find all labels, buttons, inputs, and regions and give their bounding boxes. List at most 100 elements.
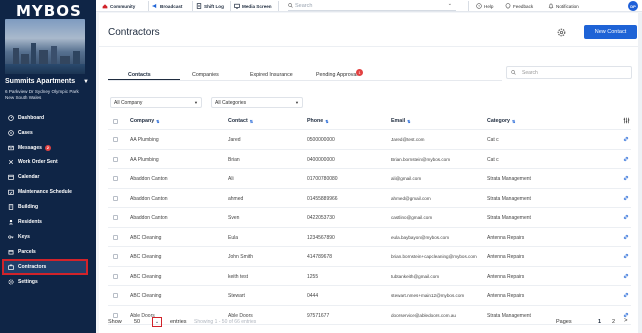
- cell-email: ali@gmail.com: [391, 176, 422, 181]
- category-filter-select[interactable]: All Categories ▼: [211, 97, 303, 108]
- cell-email: Jared@test.com: [391, 137, 425, 142]
- row-checkbox[interactable]: [113, 156, 118, 162]
- row-checkbox[interactable]: [113, 234, 118, 240]
- calendar-icon: [4, 174, 18, 180]
- sidebar-item-messages[interactable]: Messages 2: [4, 142, 86, 154]
- row-checkbox[interactable]: [113, 137, 118, 142]
- cell-email: castlino@gmail.com: [391, 215, 433, 220]
- sidebar-item-building[interactable]: Building: [4, 201, 86, 213]
- row-checkbox[interactable]: [113, 273, 118, 279]
- app-logo[interactable]: MYBOS: [16, 2, 82, 20]
- avatar[interactable]: DP: [628, 1, 638, 11]
- link-icon[interactable]: [623, 195, 629, 201]
- link-icon[interactable]: [623, 253, 629, 259]
- link-icon[interactable]: [623, 175, 629, 181]
- cases-icon: [4, 130, 18, 136]
- building-dropdown-icon[interactable]: ▼: [83, 79, 89, 85]
- sidebar-item-label: Messages: [18, 145, 42, 151]
- global-search-input[interactable]: Search ⌄: [288, 1, 456, 11]
- help-button[interactable]: ? Help: [476, 0, 493, 12]
- building-icon: [4, 204, 18, 210]
- cell-phone: 97571677: [307, 312, 330, 319]
- top-bar: Community Broadcast Shift Log Media Scre…: [96, 0, 642, 12]
- select-all-checkbox[interactable]: [113, 119, 118, 124]
- sidebar-item-label: Work Order Sent: [18, 159, 58, 165]
- cell-company: ABC Cleaning: [130, 273, 162, 280]
- contacts-search-input[interactable]: Search: [506, 66, 632, 79]
- column-header-company[interactable]: Company ⇅: [130, 118, 160, 124]
- link-icon[interactable]: [623, 312, 629, 318]
- cell-contact: Jared: [228, 137, 241, 143]
- tab-companies[interactable]: Companies: [192, 72, 219, 78]
- sidebar-item-cases[interactable]: Cases: [4, 127, 86, 139]
- sidebar-item-maintenance-schedule[interactable]: Maintenance Schedule: [4, 186, 86, 198]
- column-header-phone[interactable]: Phone ⇅: [307, 118, 329, 124]
- cell-company: ABC Cleaning: [130, 293, 162, 299]
- shift-log-button[interactable]: Shift Log: [196, 0, 224, 12]
- next-page-button[interactable]: >: [624, 318, 628, 324]
- cell-email: brian.bornstein+capcleaning@mybos.com: [391, 254, 477, 259]
- link-icon[interactable]: [623, 273, 629, 279]
- chevron-down-icon: ▼: [295, 100, 299, 105]
- entries-label: entries: [170, 319, 187, 325]
- sidebar-item-label: Building: [18, 204, 38, 210]
- tab-contacts[interactable]: Contacts: [128, 72, 151, 78]
- row-checkbox[interactable]: [113, 254, 118, 259]
- row-checkbox[interactable]: [113, 215, 118, 220]
- tab-pending-approval[interactable]: Pending Approval: [316, 72, 358, 78]
- gear-icon[interactable]: [557, 28, 566, 37]
- contractors-panel: Contractors New Contact Contacts Compani…: [99, 13, 640, 333]
- link-icon[interactable]: [623, 214, 629, 220]
- cell-phone: 0400000000: [307, 156, 335, 163]
- community-button[interactable]: Community: [102, 0, 135, 12]
- row-checkbox[interactable]: [113, 293, 118, 298]
- row-checkbox[interactable]: [113, 176, 118, 181]
- link-icon[interactable]: [623, 136, 629, 142]
- row-checkbox[interactable]: [113, 312, 118, 318]
- link-icon[interactable]: [623, 234, 629, 240]
- cell-company: AA Plumbing: [130, 156, 159, 163]
- cell-category: Antenna Repairs: [487, 293, 525, 299]
- page-1-button[interactable]: 1: [598, 319, 601, 325]
- chevron-down-icon: ▼: [194, 100, 198, 105]
- cell-contact: Sven: [228, 215, 240, 221]
- dashboard-icon: [4, 115, 18, 121]
- column-header-email[interactable]: Email ⇅: [391, 118, 411, 124]
- help-icon: ?: [476, 3, 482, 9]
- cell-company: Abaddon Canton: [130, 176, 168, 182]
- broadcast-button[interactable]: Broadcast: [152, 0, 182, 12]
- cell-email: Brian.bornstein@mybos.com: [391, 156, 451, 162]
- sidebar-item-settings[interactable]: Settings: [4, 276, 86, 288]
- notification-button[interactable]: Notification: [548, 0, 579, 12]
- new-contact-button[interactable]: New Contact: [584, 25, 637, 39]
- feedback-button[interactable]: Feedback: [505, 0, 533, 12]
- page-scrollbar[interactable]: [638, 13, 642, 333]
- cell-company: ABC Cleaning: [130, 234, 162, 241]
- link-icon[interactable]: [623, 292, 629, 298]
- row-checkbox[interactable]: [113, 195, 118, 201]
- sidebar-item-residents[interactable]: Residents: [4, 216, 86, 228]
- column-header-contact[interactable]: Contact ⇅: [228, 118, 253, 124]
- page-size-chevron-down-icon[interactable]: ⌄: [152, 317, 162, 327]
- sidebar-item-keys[interactable]: Keys: [4, 231, 86, 243]
- column-settings-icon[interactable]: [623, 117, 630, 124]
- cell-category: Strata Management: [487, 215, 531, 221]
- search-icon: [511, 70, 516, 75]
- sidebar-item-calendar[interactable]: Calendar: [4, 171, 86, 183]
- link-icon[interactable]: [623, 156, 629, 162]
- cell-phone: 01700780080: [307, 176, 338, 182]
- sidebar-item-label: Contractors: [18, 264, 47, 270]
- sidebar-item-parcels[interactable]: Parcels: [4, 246, 86, 258]
- column-header-category[interactable]: Category ⇅: [487, 118, 515, 124]
- cell-company: Abaddon Canton: [130, 195, 168, 202]
- media-screen-button[interactable]: Media Screen: [234, 0, 272, 12]
- tab-expired-insurance[interactable]: Expired Insurance: [250, 72, 293, 78]
- sidebar-item-dashboard[interactable]: Dashboard: [4, 112, 86, 124]
- cell-company: Abaddon Canton: [130, 215, 168, 221]
- sidebar-item-contractors[interactable]: Contractors: [2, 259, 88, 275]
- building-name[interactable]: Summits Apartments: [5, 78, 75, 85]
- search-chevron-down-icon[interactable]: ⌄: [448, 1, 452, 7]
- page-2-button[interactable]: 2: [612, 319, 615, 325]
- company-filter-select[interactable]: All Company ▼: [110, 97, 202, 108]
- sidebar-item-work-order-sent[interactable]: Work Order Sent: [4, 156, 86, 168]
